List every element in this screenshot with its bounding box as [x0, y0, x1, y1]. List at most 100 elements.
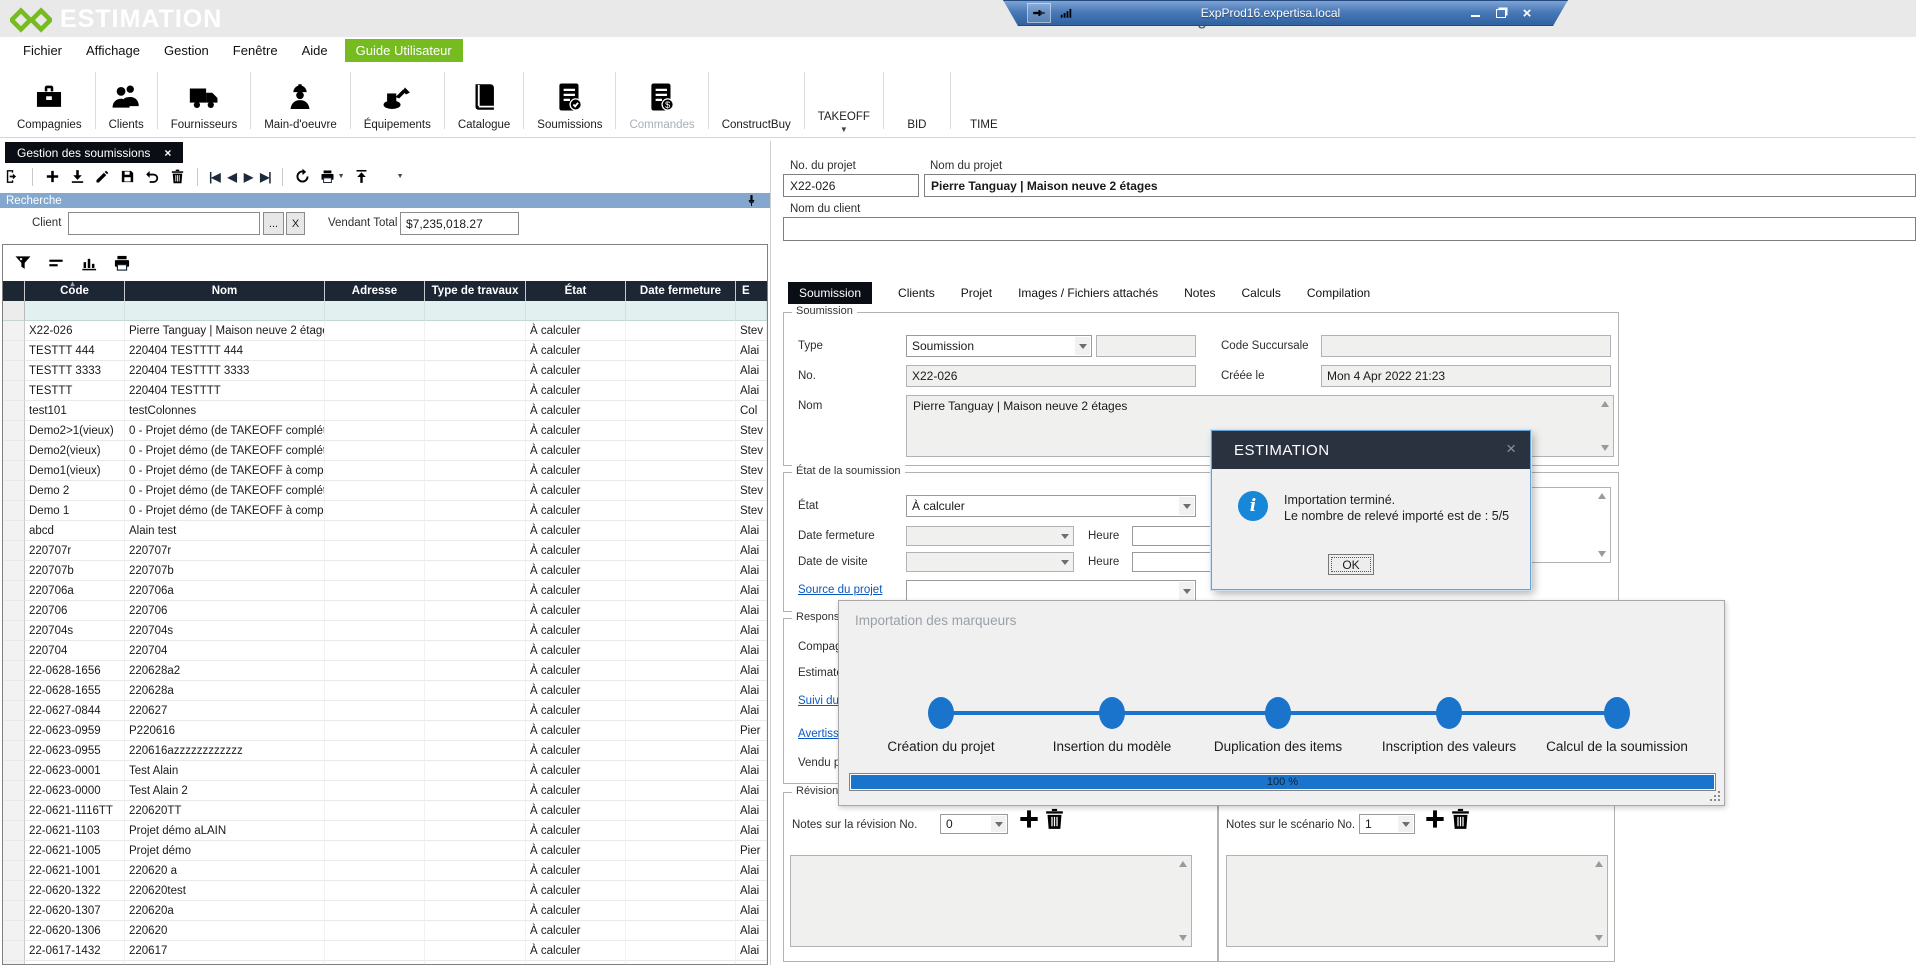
revision-notes-textarea[interactable]: [790, 855, 1192, 947]
toolbar-button-main-d-oeuvre[interactable]: Main-d'oeuvre: [253, 64, 348, 137]
pin-icon[interactable]: [1027, 3, 1051, 23]
add-scenario-button[interactable]: [1422, 805, 1448, 833]
table-row[interactable]: [3, 961, 767, 964]
scenario-no-select[interactable]: 1: [1359, 814, 1415, 834]
tab-projet[interactable]: Projet: [961, 286, 992, 300]
save-record-button[interactable]: [119, 168, 136, 185]
table-row[interactable]: 220704s220704sÀ calculerAlai: [3, 621, 767, 641]
scroll-down-icon[interactable]: [1595, 935, 1603, 941]
pin-icon[interactable]: [745, 194, 758, 207]
scroll-up-icon[interactable]: [1595, 861, 1603, 867]
column-header-adresse[interactable]: Adresse: [325, 281, 425, 301]
scroll-down-icon[interactable]: [1179, 935, 1187, 941]
table-row[interactable]: TESTTT220404 TESTTTTÀ calculerAlai: [3, 381, 767, 401]
created-input[interactable]: Mon 4 Apr 2022 21:23: [1321, 365, 1611, 387]
toolbar-button-fournisseurs[interactable]: Fournisseurs: [160, 64, 248, 137]
column-header-date-fermeture[interactable]: Date fermeture: [626, 281, 736, 301]
toolbar-button-constructbuy[interactable]: ConstructBuy: [711, 64, 802, 137]
resize-grip[interactable]: [1718, 799, 1720, 801]
table-row[interactable]: TESTTT 444220404 TESTTTT 444À calculerAl…: [3, 341, 767, 361]
column-header-nom[interactable]: Nom: [125, 281, 325, 301]
column-header-type-de-travaux[interactable]: Type de travaux: [425, 281, 526, 301]
type-select[interactable]: Soumission: [906, 335, 1092, 357]
tab-soumission[interactable]: Soumission: [788, 282, 872, 304]
menu-item-guide-utilisateur[interactable]: Guide Utilisateur: [345, 39, 463, 62]
column-header-e[interactable]: E: [736, 281, 767, 301]
scroll-up-icon[interactable]: [1601, 401, 1609, 407]
table-row[interactable]: 22-0623-0001Test AlainÀ calculerAlai: [3, 761, 767, 781]
close-tab-icon[interactable]: ×: [164, 146, 171, 160]
table-row[interactable]: 22-0627-0844220627À calculerAlai: [3, 701, 767, 721]
table-row[interactable]: 22-0621-1103Projet démo aLAINÀ calculerA…: [3, 821, 767, 841]
filter-row[interactable]: [3, 301, 767, 321]
type-extra-input[interactable]: [1096, 335, 1196, 357]
client-search-input[interactable]: [68, 212, 260, 235]
refresh-button[interactable]: [294, 168, 311, 185]
nav-first-button[interactable]: |◀: [209, 170, 220, 184]
import-record-button[interactable]: [69, 168, 86, 185]
project-no-value[interactable]: X22-026: [783, 174, 919, 197]
undo-button[interactable]: [144, 168, 161, 185]
table-row[interactable]: 22-0620-1322220620testÀ calculerAlai: [3, 881, 767, 901]
export-button[interactable]: [353, 168, 370, 185]
close-view-button[interactable]: [4, 168, 21, 185]
etat-select[interactable]: À calculer: [906, 495, 1196, 517]
table-row[interactable]: Demo1(vieux)0 - Projet démo (de TAKEOFF …: [3, 461, 767, 481]
toolbar-button-bid[interactable]: BID: [886, 64, 948, 137]
toolbar-button-time[interactable]: TIME: [953, 64, 1015, 137]
close-button[interactable]: ×: [1520, 6, 1534, 20]
close-icon[interactable]: ×: [1506, 439, 1516, 459]
table-row[interactable]: 22-0623-0955220616azzzzzzzzzzzzÀ calcule…: [3, 741, 767, 761]
tab-calculs[interactable]: Calculs: [1242, 286, 1281, 300]
revision-no-select[interactable]: 0: [940, 814, 1008, 834]
delete-scenario-button[interactable]: [1448, 805, 1473, 833]
table-row[interactable]: 220706a220706aÀ calculerAlai: [3, 581, 767, 601]
minimize-button[interactable]: [1468, 6, 1482, 20]
toolbar-button-commandes[interactable]: Commandes: [618, 64, 705, 137]
restore-button[interactable]: [1494, 6, 1508, 20]
chevron-down-icon[interactable]: [1398, 816, 1413, 832]
chevron-down-icon[interactable]: [1179, 582, 1194, 600]
tab-clients[interactable]: Clients: [898, 286, 935, 300]
table-row[interactable]: X22-026Pierre Tanguay | Maison neuve 2 é…: [3, 321, 767, 341]
toolbar-button-compagnies[interactable]: Compagnies: [6, 64, 93, 137]
delete-revision-button[interactable]: [1042, 805, 1067, 833]
table-row[interactable]: abcdAlain testÀ calculerAlai: [3, 521, 767, 541]
scroll-down-icon[interactable]: [1598, 551, 1606, 557]
table-row[interactable]: 22-0628-1655220628aÀ calculerAlai: [3, 681, 767, 701]
ok-button[interactable]: OK: [1328, 554, 1374, 575]
table-row[interactable]: Demo2(vieux)0 - Projet démo (de TAKEOFF …: [3, 441, 767, 461]
scroll-down-icon[interactable]: [1601, 445, 1609, 451]
scroll-up-icon[interactable]: [1179, 861, 1187, 867]
toolbar-button-clients[interactable]: Clients: [98, 64, 155, 137]
takeoff-menu-button[interactable]: ▼: [378, 168, 404, 185]
table-row[interactable]: 22-0620-1306220620À calculerAlai: [3, 921, 767, 941]
filter-button[interactable]: [13, 253, 33, 273]
add-revision-button[interactable]: [1016, 805, 1042, 833]
table-row[interactable]: 22-0620-1307220620aÀ calculerAlai: [3, 901, 767, 921]
column-header-tat[interactable]: État: [526, 281, 626, 301]
browse-button[interactable]: ...: [263, 212, 284, 235]
table-row[interactable]: 22-0623-0000Test Alain 2À calculerAlai: [3, 781, 767, 801]
clear-filter-button[interactable]: [46, 253, 66, 273]
chevron-down-icon[interactable]: [991, 816, 1006, 832]
table-row[interactable]: 22-0623-0959P220616À calculerPier: [3, 721, 767, 741]
chart-button[interactable]: [79, 253, 99, 273]
clear-button[interactable]: X: [286, 212, 305, 235]
toolbar-button-catalogue[interactable]: Catalogue: [447, 64, 521, 137]
panel-splitter[interactable]: [770, 141, 771, 965]
table-row[interactable]: 220706220706À calculerAlai: [3, 601, 767, 621]
source-projet-link[interactable]: Source du projet: [798, 584, 882, 596]
menu-item-gestion[interactable]: Gestion: [153, 39, 220, 62]
table-row[interactable]: 220704220704À calculerAlai: [3, 641, 767, 661]
toolbar-button-takeoff[interactable]: TAKEOFF▼: [807, 64, 881, 137]
table-row[interactable]: 22-0621-1005Projet démoÀ calculerPier: [3, 841, 767, 861]
nav-prev-button[interactable]: ◀: [228, 170, 236, 184]
tab-compilation[interactable]: Compilation: [1307, 286, 1370, 300]
table-header[interactable]: Code▴NomAdresseType de travauxÉtatDate f…: [3, 281, 767, 301]
link-suivi-du[interactable]: Suivi du: [798, 695, 839, 707]
table-row[interactable]: 22-0621-1001220620 aÀ calculerAlai: [3, 861, 767, 881]
toolbar-button-quipements[interactable]: Équipements: [353, 64, 442, 137]
nav-last-button[interactable]: ▶|: [260, 170, 271, 184]
chevron-down-icon[interactable]: [1075, 337, 1090, 355]
